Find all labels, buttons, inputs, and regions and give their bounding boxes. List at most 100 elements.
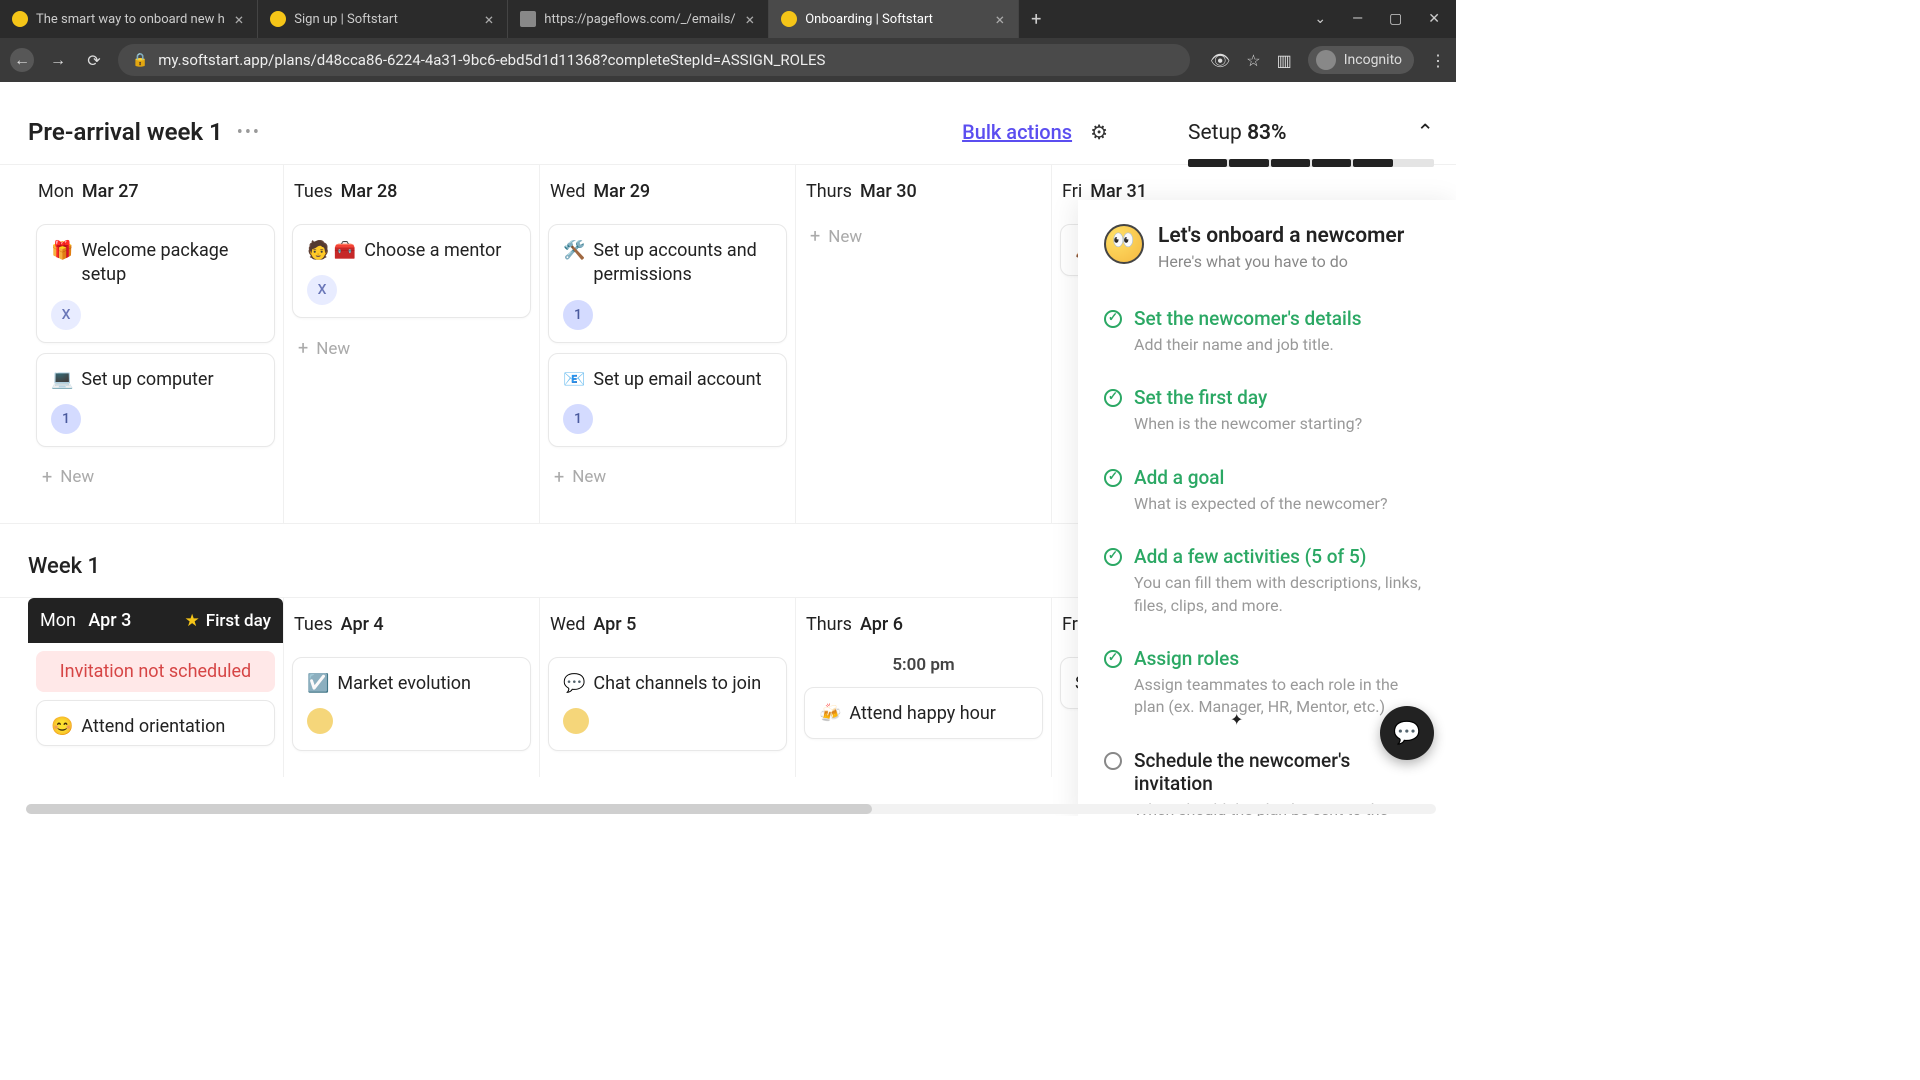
task-card[interactable]: 🧑 🧰Choose a mentor X: [292, 224, 531, 318]
setup-progress-bar: [1188, 159, 1434, 167]
close-icon[interactable]: ×: [483, 10, 496, 29]
incognito-label: Incognito: [1344, 52, 1402, 68]
add-task-button[interactable]: +New: [28, 457, 283, 498]
star-icon: ★: [184, 611, 199, 631]
browser-tab[interactable]: Sign up | Softstart ×: [258, 0, 508, 38]
minimize-icon[interactable]: —: [1352, 11, 1363, 27]
lock-icon: 🔒: [132, 53, 148, 68]
incognito-badge[interactable]: Incognito: [1308, 46, 1414, 74]
close-icon[interactable]: ×: [744, 10, 757, 29]
avatar[interactable]: X: [307, 275, 337, 305]
day-column: ThursApr 6 5:00 pm 🍻Attend happy hour: [796, 598, 1052, 777]
checklist-item[interactable]: Set the first dayWhen is the newcomer st…: [1104, 372, 1430, 451]
add-task-button[interactable]: +New: [540, 457, 795, 498]
gift-icon: 🎁: [51, 239, 73, 263]
chevron-down-icon[interactable]: ⌄: [1314, 11, 1326, 27]
tab-title: Onboarding | Softstart: [805, 12, 985, 27]
reload-button[interactable]: ⟳: [82, 48, 106, 72]
maximize-icon[interactable]: ▢: [1389, 11, 1402, 27]
settings-sliders-icon[interactable]: ⚙: [1090, 120, 1108, 144]
panel-icon[interactable]: ▥: [1277, 51, 1292, 70]
mail-icon: 📧: [563, 368, 585, 392]
checklist-title: Let's onboard a newcomer: [1158, 224, 1404, 248]
first-day-header: Mon Apr 3 ★First day: [28, 598, 283, 643]
favicon-icon: [520, 11, 536, 27]
task-card[interactable]: 💬Chat channels to join: [548, 657, 787, 751]
add-task-button[interactable]: +New: [796, 216, 1051, 257]
avatar[interactable]: 1: [563, 300, 593, 330]
invitation-status-chip[interactable]: Invitation not scheduled: [36, 651, 275, 692]
check-circle-icon: [1104, 548, 1122, 566]
browser-tab-active[interactable]: Onboarding | Softstart ×: [769, 0, 1019, 38]
task-card[interactable]: 🎁Welcome package setup X: [36, 224, 275, 343]
avatar[interactable]: [307, 708, 333, 734]
tools-icon: 🛠️: [563, 239, 585, 263]
bookmark-icon[interactable]: ☆: [1246, 51, 1260, 70]
chat-fab-button[interactable]: 💬: [1380, 706, 1434, 760]
add-task-button[interactable]: +New: [284, 328, 539, 369]
checklist-subtitle: Here's what you have to do: [1158, 252, 1404, 271]
circle-icon: [1104, 752, 1122, 770]
mentor-icon: 🧑 🧰: [307, 239, 356, 263]
checklist-item[interactable]: Add a few activities (5 of 5)You can fil…: [1104, 531, 1430, 633]
more-icon[interactable]: •••: [237, 122, 261, 143]
close-window-icon[interactable]: ✕: [1428, 11, 1440, 27]
plus-icon: +: [42, 467, 52, 488]
avatar[interactable]: 1: [51, 404, 81, 434]
checklist-item[interactable]: Set the newcomer's detailsAdd their name…: [1104, 293, 1430, 372]
favicon-icon: [12, 11, 28, 27]
new-tab-button[interactable]: +: [1019, 0, 1053, 38]
chat-bubble-icon: 💬: [1393, 721, 1420, 746]
day-column: TuesApr 4 ☑️Market evolution: [284, 598, 540, 777]
cursor-icon: ✦: [1230, 710, 1243, 729]
plus-icon: +: [298, 338, 308, 359]
close-icon[interactable]: ×: [233, 10, 246, 29]
kebab-menu-icon[interactable]: ⋮: [1430, 51, 1446, 70]
check-circle-icon: [1104, 389, 1122, 407]
checklist-item[interactable]: Add a goalWhat is expected of the newcom…: [1104, 452, 1430, 531]
task-card[interactable]: 📧Set up email account 1: [548, 353, 787, 447]
eye-off-icon[interactable]: 👁: [1210, 51, 1230, 70]
chevron-up-icon[interactable]: ⌃: [1416, 120, 1434, 145]
onboard-mascot-icon: [1104, 224, 1144, 264]
favicon-icon: [781, 11, 797, 27]
scrollbar-thumb[interactable]: [26, 804, 872, 814]
section-title: Pre-arrival week 1: [28, 118, 223, 146]
plus-icon: +: [810, 226, 820, 247]
horizontal-scrollbar[interactable]: [26, 804, 1436, 814]
chat-icon: 💬: [563, 672, 585, 696]
task-card[interactable]: 😊Attend orientation: [36, 700, 275, 746]
checkbox-icon: ☑️: [307, 672, 329, 696]
checklist-item[interactable]: Assign rolesAssign teammates to each rol…: [1104, 633, 1430, 735]
window-controls: ⌄ — ▢ ✕: [1298, 0, 1456, 38]
browser-tab[interactable]: https://pageflows.com/_/emails/ ×: [508, 0, 769, 38]
avatar[interactable]: [563, 708, 589, 734]
setup-label: Setup: [1188, 121, 1242, 145]
bulk-actions-link[interactable]: Bulk actions: [962, 120, 1072, 144]
plus-icon: +: [554, 467, 564, 488]
day-column: TuesMar 28 🧑 🧰Choose a mentor X +New: [284, 165, 540, 523]
task-card[interactable]: 🍻Attend happy hour: [804, 687, 1043, 739]
laptop-icon: 💻: [51, 368, 73, 392]
check-circle-icon: [1104, 310, 1122, 328]
app-viewport: Setup 83% ⌃ Pre-arrival week 1 ••• Bulk …: [0, 82, 1456, 816]
forward-button[interactable]: →: [46, 48, 70, 72]
day-column: WedMar 29 🛠️Set up accounts and permissi…: [540, 165, 796, 523]
day-column: Mon Apr 3 ★First day Invitation not sche…: [28, 598, 284, 777]
task-card[interactable]: ☑️Market evolution: [292, 657, 531, 751]
setup-progress-header[interactable]: Setup 83% ⌃: [1188, 82, 1456, 167]
browser-tab-strip: The smart way to onboard new h × Sign up…: [0, 0, 1456, 38]
day-column: MonMar 27 🎁Welcome package setup X 💻Set …: [28, 165, 284, 523]
beers-icon: 🍻: [819, 702, 841, 726]
close-icon[interactable]: ×: [994, 10, 1007, 29]
back-button[interactable]: ←: [10, 48, 34, 72]
url-input[interactable]: 🔒 my.softstart.app/plans/d48cca86-6224-4…: [118, 44, 1190, 76]
task-card[interactable]: 🛠️Set up accounts and permissions 1: [548, 224, 787, 343]
url-text: my.softstart.app/plans/d48cca86-6224-4a3…: [158, 51, 825, 69]
avatar[interactable]: 1: [563, 404, 593, 434]
browser-tab[interactable]: The smart way to onboard new h ×: [0, 0, 258, 38]
task-card[interactable]: 💻Set up computer 1: [36, 353, 275, 447]
favicon-icon: [270, 11, 286, 27]
check-circle-icon: [1104, 650, 1122, 668]
avatar[interactable]: X: [51, 300, 81, 330]
